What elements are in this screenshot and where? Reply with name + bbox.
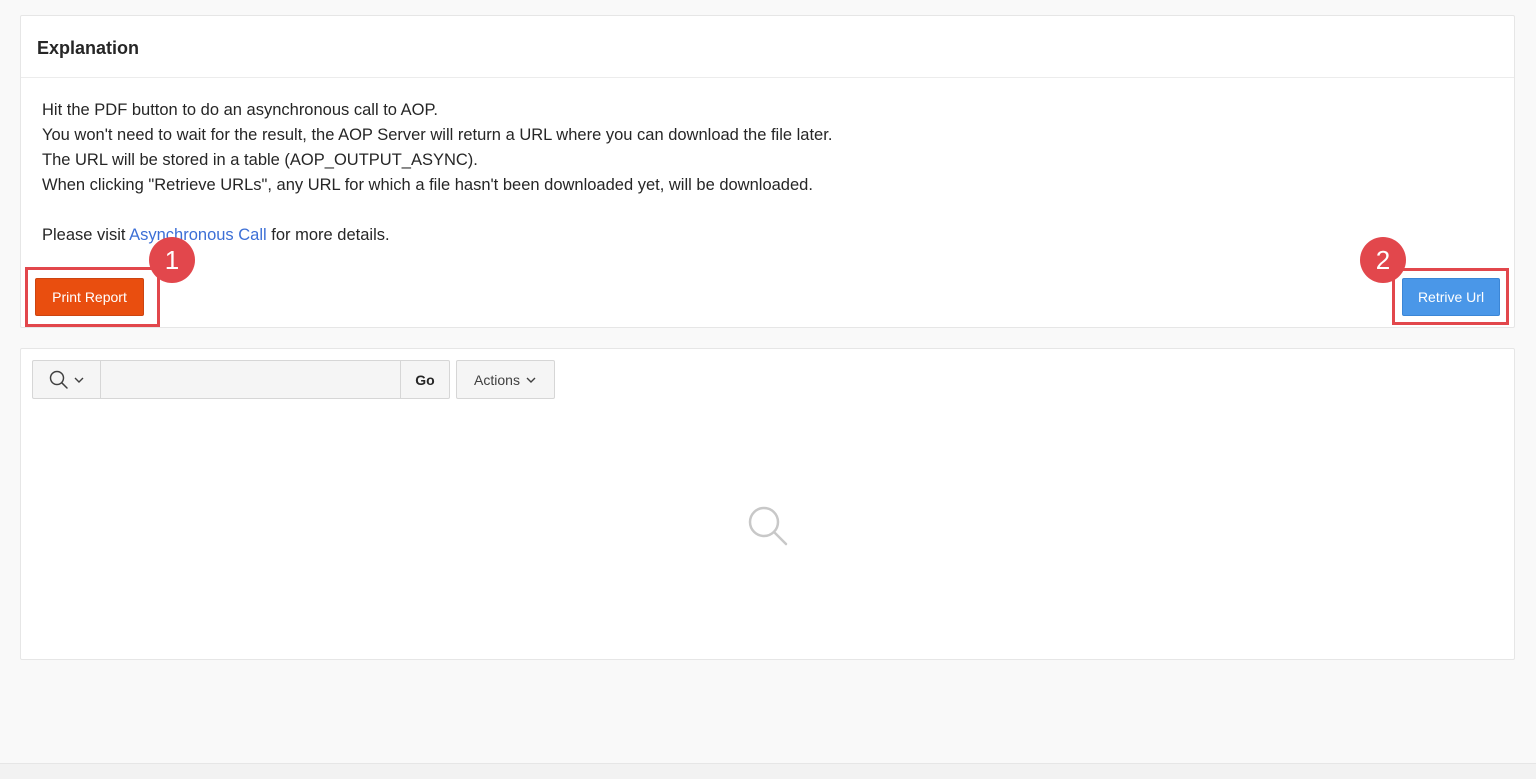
asynchronous-call-link[interactable]: Asynchronous Call [129, 226, 267, 244]
search-input[interactable] [101, 360, 401, 399]
report-region: Go Actions [20, 348, 1515, 660]
region-body: Hit the PDF button to do an asynchronous… [21, 78, 1514, 248]
go-button[interactable]: Go [401, 360, 450, 399]
chevron-down-icon [74, 377, 83, 383]
empty-state [746, 504, 792, 555]
visit-suffix: for more details. [266, 226, 390, 244]
print-report-button[interactable]: Print Report [35, 278, 144, 316]
search-icon [49, 370, 68, 389]
actions-label: Actions [474, 371, 520, 388]
retrieve-url-button[interactable]: Retrive Url [1402, 278, 1500, 316]
annotation-badge-1: 1 [149, 237, 195, 283]
explanation-line-3: The URL will be stored in a table (AOP_O… [42, 151, 478, 169]
chevron-down-icon [526, 377, 536, 383]
visit-line: Please visit Asynchronous Call for more … [42, 223, 1493, 248]
explanation-region: Explanation Hit the PDF button to do an … [20, 15, 1515, 328]
region-title: Explanation [37, 38, 140, 58]
explanation-line-2: You won't need to wait for the result, t… [42, 126, 833, 144]
page-footer [0, 763, 1536, 779]
region-header: Explanation [21, 16, 1514, 78]
annotation-badge-2: 2 [1360, 237, 1406, 283]
search-column-selector[interactable] [32, 360, 101, 399]
actions-menu-button[interactable]: Actions [456, 360, 555, 399]
report-toolbar: Go Actions [32, 360, 555, 399]
search-icon [748, 506, 788, 546]
explanation-line-1: Hit the PDF button to do an asynchronous… [42, 101, 438, 119]
explanation-line-4: When clicking "Retrieve URLs", any URL f… [42, 176, 813, 194]
visit-prefix: Please visit [42, 226, 130, 244]
